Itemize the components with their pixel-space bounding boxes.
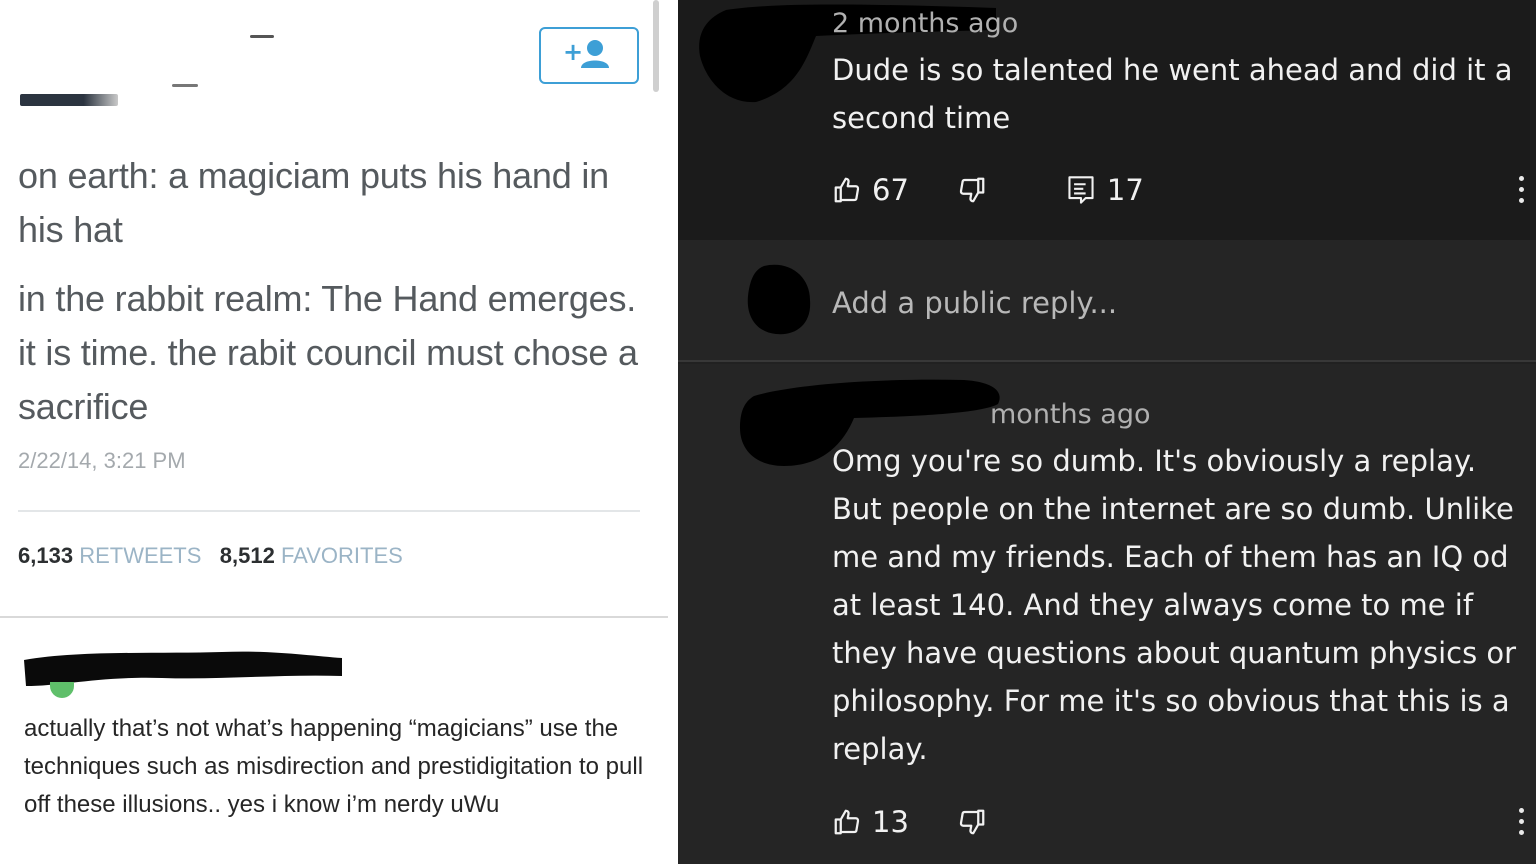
- like-count: 13: [872, 805, 909, 839]
- comment-text: Dude is so talented he went ahead and di…: [832, 53, 1513, 135]
- redacted-avatar: [20, 94, 118, 106]
- tweet-text-paragraph: on earth: a magiciam puts his hand in hi…: [18, 155, 609, 250]
- comment-time[interactable]: 2 months ago: [832, 8, 1018, 39]
- tweet-card: + on earth: a magiciam puts his hand in …: [0, 0, 668, 618]
- add-user-icon: +: [561, 36, 617, 75]
- scrollbar[interactable]: [653, 0, 659, 92]
- reply-count: 17: [1106, 173, 1144, 207]
- tumblr-reply: actually that’s not what’s happening “ma…: [0, 618, 668, 864]
- youtube-comments-panel: 2 months ago Dude is so talented he went…: [678, 0, 1536, 864]
- comment: 2 months ago Dude is so talented he went…: [678, 0, 1536, 240]
- redacted-username: [250, 35, 274, 38]
- retweets-label[interactable]: RETWEETS: [79, 543, 201, 568]
- comment-actions: 67 17: [832, 170, 1144, 210]
- left-screenshot-panel: + on earth: a magiciam puts his hand in …: [0, 0, 668, 864]
- replies-button[interactable]: 17: [1067, 173, 1144, 207]
- comment-time[interactable]: months ago: [990, 399, 1150, 430]
- tweet-stats: 6,133 RETWEETS 8,512 FAVORITES: [18, 543, 403, 569]
- comment-text: Omg you're so dumb. It's obviously a rep…: [832, 444, 1517, 766]
- tweet-timestamp[interactable]: 2/22/14, 3:21 PM: [18, 448, 186, 474]
- redacted-handle: [172, 84, 198, 87]
- more-vert-icon[interactable]: [1518, 808, 1526, 838]
- panel-gap: [668, 0, 678, 864]
- more-vert-icon[interactable]: [1518, 176, 1526, 206]
- tweet-text-paragraph: in the rabbit realm: The Hand emerges. i…: [18, 278, 638, 427]
- comment: months ago Omg you're so dumb. It's obvi…: [678, 364, 1536, 864]
- thumb-up-icon: [832, 175, 862, 205]
- divider: [18, 510, 640, 512]
- like-button[interactable]: 13: [832, 805, 909, 839]
- thumb-down-icon: [957, 807, 987, 837]
- like-button[interactable]: 67: [832, 173, 909, 207]
- avatar: [50, 682, 74, 698]
- reply-box: Add a public reply...: [678, 240, 1536, 362]
- retweets-count[interactable]: 6,133: [18, 543, 73, 568]
- reply-text: actually that’s not what’s happening “ma…: [24, 715, 644, 818]
- reply-input[interactable]: Add a public reply...: [832, 286, 1117, 320]
- thumb-up-icon: [832, 807, 862, 837]
- follow-button[interactable]: +: [539, 27, 639, 84]
- thumb-down-icon: [957, 175, 987, 205]
- comment-actions: 13: [832, 802, 987, 842]
- favorites-label[interactable]: FAVORITES: [281, 543, 403, 568]
- favorites-count[interactable]: 8,512: [220, 543, 275, 568]
- reply-icon: [1067, 175, 1095, 205]
- svg-text:+: +: [563, 38, 583, 66]
- like-count: 67: [872, 173, 909, 207]
- redacted-avatar: [747, 264, 811, 335]
- dislike-button[interactable]: [957, 175, 987, 205]
- dislike-button[interactable]: [957, 807, 987, 837]
